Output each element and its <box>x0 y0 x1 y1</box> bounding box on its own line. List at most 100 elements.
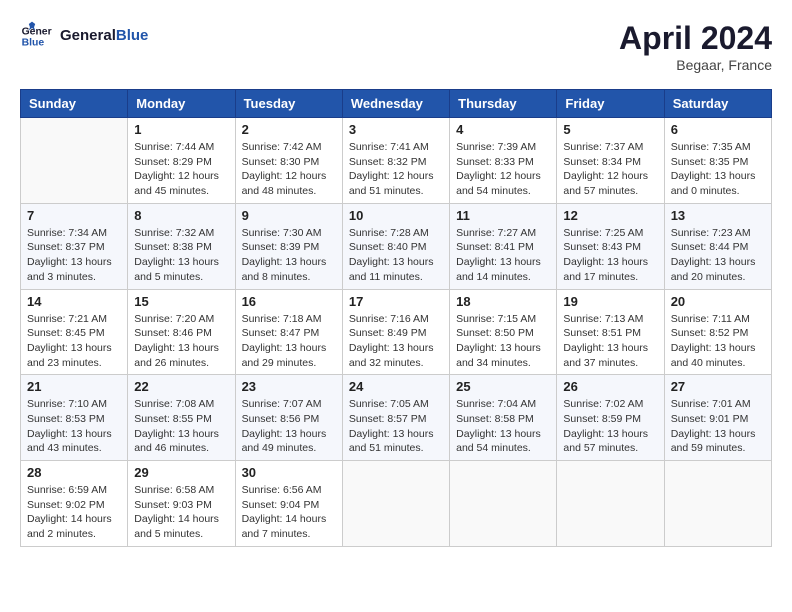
sunrise-text: Sunrise: 7:23 AM <box>671 226 765 241</box>
day-number: 26 <box>563 379 657 394</box>
calendar-cell: 26Sunrise: 7:02 AMSunset: 8:59 PMDayligh… <box>557 375 664 461</box>
daylight-text-1: Daylight: 12 hours <box>134 169 228 184</box>
day-number: 30 <box>242 465 336 480</box>
day-info: Sunrise: 6:56 AMSunset: 9:04 PMDaylight:… <box>242 483 336 542</box>
calendar-cell: 30 Sunrise: 6:56 AMSunset: 9:04 PMDayligh… <box>235 461 342 547</box>
col-monday: Monday <box>128 90 235 118</box>
daylight-text-1: Daylight: 13 hours <box>242 341 336 356</box>
daylight-text-2: and 34 minutes. <box>456 356 550 371</box>
day-info: Sunrise: 7:13 AMSunset: 8:51 PMDaylight:… <box>563 312 657 371</box>
daylight-text-2: and 43 minutes. <box>27 441 121 456</box>
sunrise-text: Sunrise: 7:34 AM <box>27 226 121 241</box>
sunset-text: Sunset: 8:57 PM <box>349 412 443 427</box>
day-number: 18 <box>456 294 550 309</box>
logo-text-general: General <box>60 27 116 44</box>
svg-text:General: General <box>22 26 52 37</box>
sunrise-text: Sunrise: 7:39 AM <box>456 140 550 155</box>
day-number: 11 <box>456 208 550 223</box>
calendar-cell: 5Sunrise: 7:37 AMSunset: 8:34 PMDaylight… <box>557 118 664 204</box>
day-number: 19 <box>563 294 657 309</box>
sunrise-text: Sunrise: 7:15 AM <box>456 312 550 327</box>
calendar-table: Sunday Monday Tuesday Wednesday Thursday… <box>20 89 772 547</box>
col-sunday: Sunday <box>21 90 128 118</box>
week-row-5: 28Sunrise: 6:59 AMSunset: 9:02 PMDayligh… <box>21 461 772 547</box>
calendar-cell: 25 Sunrise: 7:04 AMSunset: 8:58 PMDayligh… <box>450 375 557 461</box>
day-info: Sunrise: 6:59 AMSunset: 9:02 PMDaylight:… <box>27 483 121 542</box>
day-info: Sunrise: 7:41 AMSunset: 8:32 PMDaylight:… <box>349 140 443 199</box>
sunset-text: Sunset: 8:45 PM <box>27 326 121 341</box>
daylight-text-2: and 14 minutes. <box>456 270 550 285</box>
sunrise-text: Sunrise: 7:01 AM <box>671 397 765 412</box>
sunset-text: Sunset: 8:59 PM <box>563 412 657 427</box>
day-info: Sunrise: 7:25 AMSunset: 8:43 PMDaylight:… <box>563 226 657 285</box>
day-info: Sunrise: 7:44 AMSunset: 8:29 PMDaylight:… <box>134 140 228 199</box>
daylight-text-2: and 23 minutes. <box>27 356 121 371</box>
calendar-cell: 11Sunrise: 7:27 AMSunset: 8:41 PMDayligh… <box>450 203 557 289</box>
week-row-1: 1 Sunrise: 7:44 AMSunset: 8:29 PMDaylight… <box>21 118 772 204</box>
day-info: Sunrise: 7:34 AMSunset: 8:37 PMDaylight:… <box>27 226 121 285</box>
day-number: 12 <box>563 208 657 223</box>
sunrise-text: Sunrise: 7:32 AM <box>134 226 228 241</box>
daylight-text-1: Daylight: 13 hours <box>349 427 443 442</box>
calendar-cell: 24Sunrise: 7:05 AMSunset: 8:57 PMDayligh… <box>342 375 449 461</box>
col-wednesday: Wednesday <box>342 90 449 118</box>
day-number: 1 <box>134 122 228 137</box>
calendar-cell: 4Sunrise: 7:39 AMSunset: 8:33 PMDaylight… <box>450 118 557 204</box>
day-number: 7 <box>27 208 121 223</box>
sunrise-text: Sunrise: 7:35 AM <box>671 140 765 155</box>
day-number: 22 <box>134 379 228 394</box>
sunrise-text: Sunrise: 7:20 AM <box>134 312 228 327</box>
day-info: Sunrise: 7:30 AMSunset: 8:39 PMDaylight:… <box>242 226 336 285</box>
daylight-text-2: and 54 minutes. <box>456 441 550 456</box>
calendar-cell: 1 Sunrise: 7:44 AMSunset: 8:29 PMDaylight… <box>128 118 235 204</box>
sunrise-text: Sunrise: 7:41 AM <box>349 140 443 155</box>
sunset-text: Sunset: 8:53 PM <box>27 412 121 427</box>
day-info: Sunrise: 7:21 AMSunset: 8:45 PMDaylight:… <box>27 312 121 371</box>
sunset-text: Sunset: 8:43 PM <box>563 240 657 255</box>
daylight-text-2: and 5 minutes. <box>134 270 228 285</box>
sunset-text: Sunset: 8:55 PM <box>134 412 228 427</box>
sunrise-text: Sunrise: 6:56 AM <box>242 483 336 498</box>
day-number: 3 <box>349 122 443 137</box>
day-info: Sunrise: 7:28 AMSunset: 8:40 PMDaylight:… <box>349 226 443 285</box>
col-saturday: Saturday <box>664 90 771 118</box>
daylight-text-1: Daylight: 13 hours <box>349 255 443 270</box>
daylight-text-1: Daylight: 13 hours <box>349 341 443 356</box>
daylight-text-2: and 59 minutes. <box>671 441 765 456</box>
daylight-text-1: Daylight: 12 hours <box>563 169 657 184</box>
sunset-text: Sunset: 9:03 PM <box>134 498 228 513</box>
daylight-text-2: and 5 minutes. <box>134 527 228 542</box>
daylight-text-2: and 54 minutes. <box>456 184 550 199</box>
sunset-text: Sunset: 8:41 PM <box>456 240 550 255</box>
col-thursday: Thursday <box>450 90 557 118</box>
sunrise-text: Sunrise: 7:25 AM <box>563 226 657 241</box>
day-number: 25 <box>456 379 550 394</box>
calendar-cell: 28Sunrise: 6:59 AMSunset: 9:02 PMDayligh… <box>21 461 128 547</box>
calendar-cell <box>450 461 557 547</box>
sunrise-text: Sunrise: 7:04 AM <box>456 397 550 412</box>
calendar-cell: 8Sunrise: 7:32 AMSunset: 8:38 PMDaylight… <box>128 203 235 289</box>
daylight-text-2: and 8 minutes. <box>242 270 336 285</box>
sunset-text: Sunset: 8:38 PM <box>134 240 228 255</box>
logo-icon: General Blue <box>20 20 52 52</box>
calendar-cell: 2Sunrise: 7:42 AMSunset: 8:30 PMDaylight… <box>235 118 342 204</box>
day-number: 9 <box>242 208 336 223</box>
sunrise-text: Sunrise: 7:21 AM <box>27 312 121 327</box>
sunset-text: Sunset: 8:30 PM <box>242 155 336 170</box>
day-info: Sunrise: 7:18 AMSunset: 8:47 PMDaylight:… <box>242 312 336 371</box>
daylight-text-1: Daylight: 12 hours <box>349 169 443 184</box>
svg-text:Blue: Blue <box>22 38 45 49</box>
day-info: Sunrise: 7:04 AMSunset: 8:58 PMDaylight:… <box>456 397 550 456</box>
sunrise-text: Sunrise: 7:16 AM <box>349 312 443 327</box>
daylight-text-1: Daylight: 13 hours <box>563 341 657 356</box>
day-info: Sunrise: 7:37 AMSunset: 8:34 PMDaylight:… <box>563 140 657 199</box>
daylight-text-1: Daylight: 13 hours <box>563 427 657 442</box>
daylight-text-1: Daylight: 13 hours <box>27 255 121 270</box>
daylight-text-2: and 46 minutes. <box>134 441 228 456</box>
calendar-cell <box>664 461 771 547</box>
sunrise-text: Sunrise: 7:13 AM <box>563 312 657 327</box>
calendar-cell: 15Sunrise: 7:20 AMSunset: 8:46 PMDayligh… <box>128 289 235 375</box>
sunrise-text: Sunrise: 7:27 AM <box>456 226 550 241</box>
sunrise-text: Sunrise: 7:18 AM <box>242 312 336 327</box>
daylight-text-2: and 57 minutes. <box>563 441 657 456</box>
